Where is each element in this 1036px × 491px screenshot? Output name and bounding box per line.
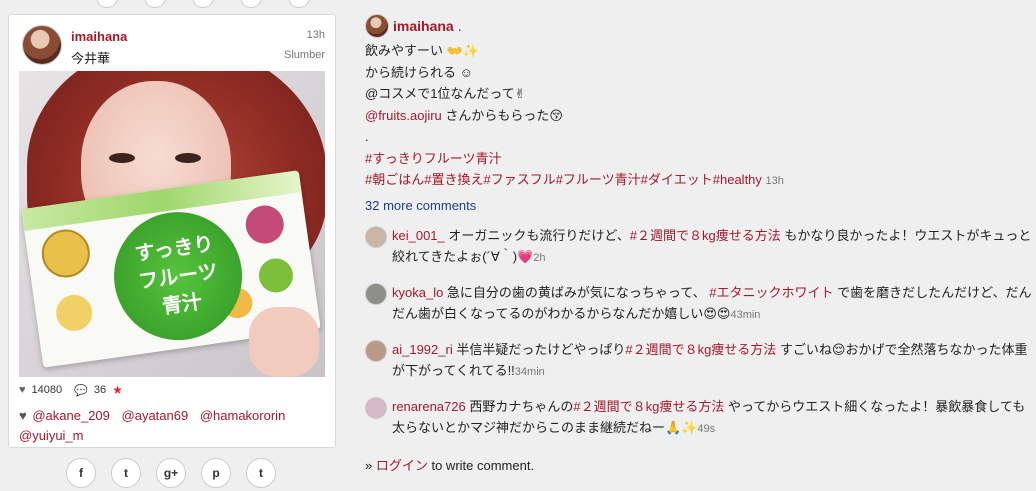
card-time: 13h: [306, 29, 325, 41]
post-card: imaihana 今井華 13h Slumber すっきり フルーツ 青汁 ♥ …: [8, 14, 336, 448]
top-decor: [96, 0, 310, 8]
comment-time: 49s: [697, 423, 716, 435]
avatar[interactable]: [365, 282, 387, 305]
liker-link[interactable]: @akane_209: [32, 408, 110, 423]
comment-username[interactable]: renarena726: [392, 399, 466, 414]
comment-icon[interactable]: 💬: [74, 384, 88, 397]
post-photo[interactable]: すっきり フルーツ 青汁: [19, 71, 325, 377]
comment-item: kyoka_lo 急に自分の歯の黄ばみが気になっちゃって、 #エタニックホワイト…: [365, 282, 1036, 327]
comment-username[interactable]: kyoka_lo: [392, 285, 443, 300]
likers-list: ♥ @akane_209 @ayatan69 @hamakororin @yui…: [19, 406, 329, 446]
comment-time: 43min: [730, 309, 761, 321]
hashtag-link[interactable]: #エタニックホワイト: [709, 285, 833, 300]
comment-username[interactable]: kei_001_: [392, 228, 445, 243]
liker-link[interactable]: @hamakororin: [200, 408, 285, 423]
post-header: imaihana .: [365, 12, 1036, 40]
pinterest-share-button[interactable]: p: [201, 458, 231, 488]
comment-item: ai_1992_ri 半信半疑だったけどやっぱり#２週間で８kg痩せる方法 すご…: [365, 339, 1036, 384]
hashtag-link[interactable]: #すっきりフルーツ青汁: [365, 148, 1036, 170]
comment-count: 36: [93, 384, 107, 396]
comment-item: renarena726 西野カナちゃんの#２週間で８kg痩せる方法 やってからウ…: [365, 396, 1036, 441]
comment-time: 34min: [514, 366, 545, 378]
avatar[interactable]: [365, 14, 389, 38]
post-stats: ♥ 14080 💬 36 ★: [19, 383, 123, 397]
star-icon[interactable]: ★: [112, 383, 123, 397]
comment-list: kei_001_ オーガニックも流行りだけど、#２週間で８kg痩せる方法 もかな…: [365, 225, 1036, 441]
like-count: 14080: [31, 384, 63, 396]
card-display-name: 今井華: [71, 51, 111, 66]
comment-item: kei_001_ オーガニックも流行りだけど、#２週間で８kg痩せる方法 もかな…: [365, 225, 1036, 270]
product-logo: すっきり フルーツ 青汁: [105, 203, 251, 349]
avatar[interactable]: [365, 396, 387, 419]
heart-icon: ♥: [19, 408, 27, 423]
hashtag-link[interactable]: #２週間で８kg痩せる方法: [625, 342, 776, 357]
liker-link[interactable]: @yuiyui_m: [19, 428, 84, 443]
login-prompt: » ログイン to write comment.: [365, 457, 535, 473]
mention-link[interactable]: @fruits.aojiru: [365, 108, 442, 123]
share-buttons: f t g+ p t: [66, 458, 276, 488]
tumblr-share-button[interactable]: t: [246, 458, 276, 488]
card-header: imaihana 今井華 13h Slumber: [9, 15, 335, 71]
post-time: 13h: [765, 175, 784, 187]
avatar[interactable]: [22, 25, 62, 65]
post-caption: 飲みやすーい 👐✨ から続けられる ☺ @コスメで1位なんだって✌ @fruit…: [365, 40, 1036, 193]
hashtag-link[interactable]: #２週間で８kg痩せる方法: [630, 228, 781, 243]
avatar[interactable]: [365, 339, 387, 362]
more-comments-link[interactable]: 32 more comments: [365, 198, 1036, 213]
post-detail: imaihana . 飲みやすーい 👐✨ から続けられる ☺ @コスメで1位なん…: [365, 12, 1036, 474]
twitter-share-button[interactable]: t: [111, 458, 141, 488]
facebook-share-button[interactable]: f: [66, 458, 96, 488]
avatar[interactable]: [365, 225, 387, 248]
hashtag-links[interactable]: #朝ごはん#置き換え#ファスフル#フルーツ青汁#ダイエット#healthy: [365, 172, 762, 187]
liker-link[interactable]: @ayatan69: [122, 408, 189, 423]
hashtag-link[interactable]: #２週間で８kg痩せる方法: [573, 399, 724, 414]
comment-time: 2h: [533, 252, 546, 264]
post-username[interactable]: imaihana: [393, 18, 454, 34]
comment-username[interactable]: ai_1992_ri: [392, 342, 453, 357]
login-link[interactable]: ログイン: [376, 458, 428, 473]
card-username[interactable]: imaihana: [71, 29, 127, 44]
google-plus-share-button[interactable]: g+: [156, 458, 186, 488]
card-filter: Slumber: [284, 49, 325, 61]
heart-icon[interactable]: ♥: [19, 384, 26, 396]
